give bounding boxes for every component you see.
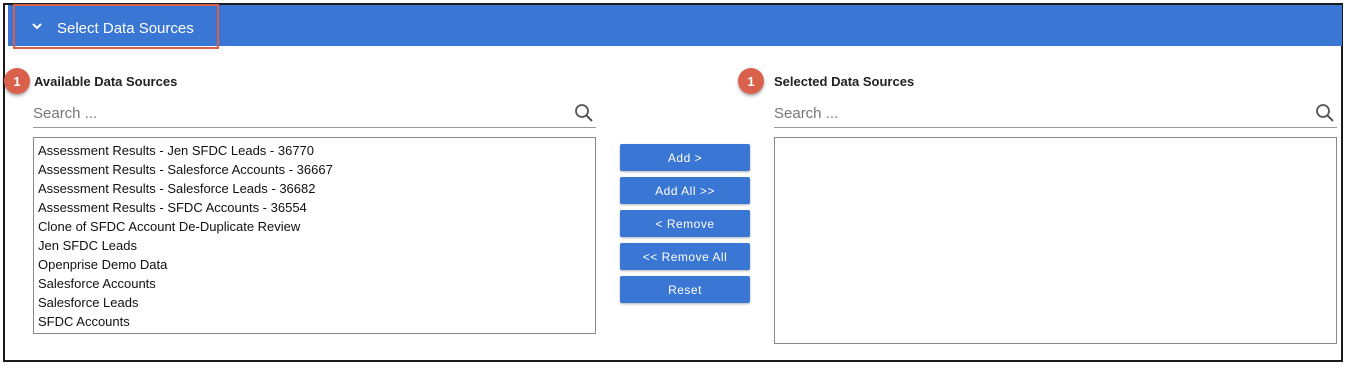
list-item[interactable]: Assessment Results - SFDC Accounts - 365… <box>34 198 595 217</box>
list-item[interactable]: Clone of SFDC Account De-Duplicate Revie… <box>34 217 595 236</box>
list-item[interactable]: Assessment Results - Salesforce Accounts… <box>34 160 595 179</box>
selected-list[interactable] <box>774 137 1337 344</box>
list-item[interactable]: Jen SFDC Leads <box>34 236 595 255</box>
available-search <box>33 101 596 128</box>
remove-button[interactable]: < Remove <box>620 210 750 237</box>
available-label: Available Data Sources <box>34 74 178 89</box>
add-button[interactable]: Add > <box>620 144 750 171</box>
search-icon[interactable] <box>1315 103 1335 123</box>
search-icon[interactable] <box>574 103 594 123</box>
list-item[interactable]: Openprise Demo Data <box>34 255 595 274</box>
reset-button[interactable]: Reset <box>620 276 750 303</box>
available-list[interactable]: Assessment Results - Jen SFDC Leads - 36… <box>33 137 596 334</box>
selected-search-input[interactable] <box>774 101 1307 125</box>
list-item[interactable]: Assessment Results - Salesforce Leads - … <box>34 179 595 198</box>
selected-search <box>774 101 1337 128</box>
selected-label: Selected Data Sources <box>774 74 915 89</box>
step-badge-available: 1 <box>4 68 30 94</box>
header-highlight <box>13 4 219 49</box>
list-item[interactable]: SFDC Accounts <box>34 312 595 331</box>
remove-all-button[interactable]: << Remove All <box>620 243 750 270</box>
list-item[interactable]: Salesforce Accounts <box>34 274 595 293</box>
available-search-input[interactable] <box>33 101 566 125</box>
step-badge-selected: 1 <box>738 68 764 94</box>
list-item[interactable]: Assessment Results - Jen SFDC Leads - 36… <box>34 141 595 160</box>
list-item[interactable]: Salesforce Leads <box>34 293 595 312</box>
add-all-button[interactable]: Add All >> <box>620 177 750 204</box>
